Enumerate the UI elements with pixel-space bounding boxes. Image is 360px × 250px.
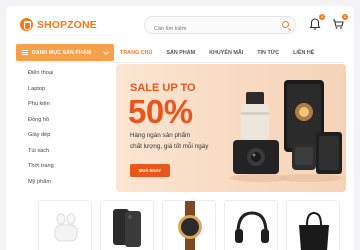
product-card-watch[interactable]: [162, 200, 216, 250]
nav-link-promotions[interactable]: KHUYẾN MÃI: [209, 50, 243, 56]
sidebar-item-accessories[interactable]: Phụ kiện: [20, 97, 110, 113]
page: SHOPZONE 0 0 DANH MỤC SẢN PHẨM TRANG CHỦ…: [6, 6, 354, 250]
category-menu-button[interactable]: DANH MỤC SẢN PHẨM: [16, 44, 114, 61]
nav-link-news[interactable]: TIN TỨC: [257, 50, 279, 56]
main-nav: DANH MỤC SẢN PHẨM TRANG CHỦ SẢN PHẨM KHU…: [6, 42, 354, 63]
divider: [16, 62, 344, 63]
product-row: [38, 200, 354, 250]
logo[interactable]: SHOPZONE: [20, 18, 97, 31]
chevron-down-icon: [103, 49, 109, 55]
product-card-phones[interactable]: [100, 200, 154, 250]
sidebar-item-bags[interactable]: Túi xách: [20, 144, 110, 160]
sidebar-item-laptop[interactable]: Laptop: [20, 82, 110, 98]
menu-icon: [22, 50, 28, 55]
search-bar: [144, 16, 296, 37]
category-sidebar: Điện thoại Laptop Phụ kiện Đồng hồ Giày …: [20, 66, 110, 190]
banner-product-image: [230, 80, 342, 182]
nav-link-contact[interactable]: LIÊN HỆ: [293, 50, 314, 56]
sidebar-item-fashion[interactable]: Thời trang: [20, 159, 110, 175]
headphones-image: [235, 211, 269, 243]
sidebar-item-shoes[interactable]: Giày dép: [20, 128, 110, 144]
handbag-image: [299, 211, 329, 250]
banner-line-2: chất lượng, giá tốt mỗi ngày: [130, 143, 209, 150]
banner-percent: 50%: [128, 93, 193, 130]
sidebar-item-watches[interactable]: Đồng hồ: [20, 113, 110, 129]
shopping-bag-icon: [20, 18, 33, 31]
product-card-earbuds[interactable]: [38, 200, 92, 250]
phones-image: [113, 209, 141, 247]
sidebar-item-cosmetics[interactable]: Mỹ phẩm: [20, 175, 110, 191]
brand-name: SHOPZONE: [37, 18, 97, 31]
earbuds-image: [54, 213, 78, 242]
nav-link-products[interactable]: SẢN PHẨM: [166, 50, 195, 56]
nav-links: TRANG CHỦ SẢN PHẨM KHUYẾN MÃI TIN TỨC LI…: [120, 50, 314, 56]
promo-banner[interactable]: SALE UP TO 50% Hàng ngàn sản phẩm chất l…: [116, 64, 346, 192]
search-input[interactable]: [145, 21, 265, 37]
watch-image: [178, 201, 202, 250]
product-card-headphones[interactable]: [224, 200, 278, 250]
notification-badge: 0: [319, 14, 325, 20]
cart-badge: 0: [342, 14, 348, 20]
search-icon[interactable]: [282, 21, 289, 28]
cart-button[interactable]: 0: [331, 14, 348, 31]
nav-link-home[interactable]: TRANG CHỦ: [120, 50, 152, 56]
sidebar-item-phones[interactable]: Điện thoại: [20, 66, 110, 82]
shop-now-button[interactable]: MUA NGAY: [130, 164, 170, 177]
product-card-handbag[interactable]: [286, 200, 340, 250]
banner-line-1: Hàng ngàn sản phẩm: [130, 132, 191, 139]
notification-button[interactable]: 0: [308, 14, 325, 31]
category-button-label: DANH MỤC SẢN PHẨM: [32, 49, 92, 56]
